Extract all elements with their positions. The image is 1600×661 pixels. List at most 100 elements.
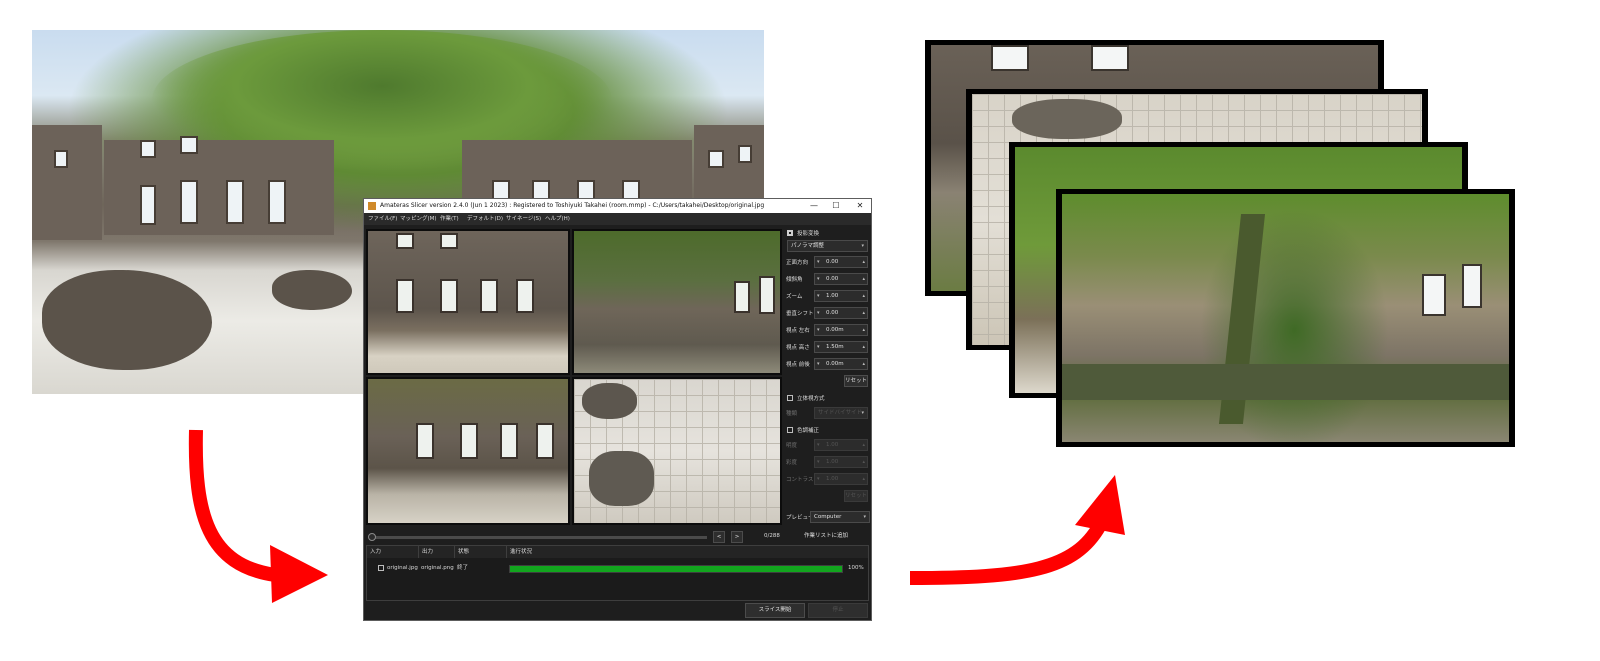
projection-mode-value: パノラマ調整 bbox=[791, 243, 825, 249]
chevron-down-icon[interactable]: ▾ bbox=[817, 457, 820, 467]
preview-select[interactable]: Computer ▾ bbox=[810, 511, 870, 523]
param-label: ズーム bbox=[786, 294, 803, 300]
chevron-down-icon[interactable]: ▾ bbox=[817, 274, 820, 284]
color-param-label: 彩度 bbox=[786, 460, 798, 466]
color-correction-checkbox[interactable] bbox=[787, 427, 793, 433]
viewport-floor-patch bbox=[589, 451, 654, 506]
preview-viewport-2[interactable] bbox=[572, 229, 782, 375]
saturation-stepper[interactable]: ▾ 1.00 ▴ bbox=[814, 456, 868, 468]
contrast-stepper[interactable]: ▾ 1.00 ▴ bbox=[814, 473, 868, 485]
start-slice-button[interactable]: スライス開始 bbox=[745, 603, 805, 618]
chevron-up-icon[interactable]: ▴ bbox=[862, 257, 865, 267]
param-label: 正面方向 bbox=[786, 260, 809, 266]
stereo-type-label: 種類 bbox=[786, 411, 798, 417]
viewport-window bbox=[440, 279, 458, 313]
param-viewpoint-depth-stepper[interactable]: ▾ 0.00m ▴ bbox=[814, 358, 868, 370]
arrow-to-app-icon bbox=[188, 429, 328, 603]
frame-counter: 0/288 bbox=[764, 533, 780, 539]
task-list-table: 入力 出力 状態 進行状況 original.jpg original.png … bbox=[366, 545, 869, 601]
close-button[interactable]: ✕ bbox=[849, 199, 871, 213]
panorama-window bbox=[140, 140, 156, 158]
panorama-window bbox=[268, 180, 286, 224]
param-label: 視点 高さ bbox=[786, 345, 810, 351]
stereo-type-value: サイドバイサイド bbox=[818, 410, 863, 416]
maximize-button[interactable]: ☐ bbox=[825, 199, 847, 213]
chevron-up-icon[interactable]: ▴ bbox=[862, 440, 865, 450]
prev-frame-button[interactable]: < bbox=[713, 531, 725, 543]
reset-projection-button[interactable]: リセット bbox=[844, 375, 868, 387]
projection-checkbox[interactable] bbox=[787, 230, 793, 236]
reset-color-button[interactable]: リセット bbox=[844, 490, 868, 502]
row-input-file: original.jpg bbox=[387, 565, 418, 571]
chevron-up-icon[interactable]: ▴ bbox=[862, 291, 865, 301]
row-progress-fill bbox=[510, 566, 842, 572]
param-viewpoint-lr-stepper[interactable]: ▾ 0.00m ▴ bbox=[814, 324, 868, 336]
output-planter-bed bbox=[1062, 364, 1509, 400]
viewport-window bbox=[460, 423, 478, 459]
param-vertical-shift-stepper[interactable]: ▾ 0.00 ▴ bbox=[814, 307, 868, 319]
panorama-window bbox=[180, 136, 198, 154]
chevron-down-icon[interactable]: ▾ bbox=[817, 291, 820, 301]
chevron-up-icon[interactable]: ▴ bbox=[862, 325, 865, 335]
next-frame-button[interactable]: > bbox=[731, 531, 743, 543]
preview-viewport-3[interactable] bbox=[366, 377, 570, 525]
chevron-down-icon[interactable]: ▾ bbox=[817, 359, 820, 369]
column-header[interactable]: 状態 bbox=[455, 546, 507, 558]
chevron-up-icon[interactable]: ▴ bbox=[862, 274, 865, 284]
param-zoom-stepper[interactable]: ▾ 1.00 ▴ bbox=[814, 290, 868, 302]
row-status: 終了 bbox=[457, 565, 469, 571]
color-param-value: 1.00 bbox=[826, 442, 839, 448]
chevron-up-icon[interactable]: ▴ bbox=[862, 457, 865, 467]
frame-slider-thumb[interactable] bbox=[368, 533, 376, 541]
brightness-stepper[interactable]: ▾ 1.00 ▴ bbox=[814, 439, 868, 451]
column-header[interactable]: 進行状況 bbox=[507, 546, 868, 558]
menu-mapping[interactable]: マッピング(M) bbox=[400, 213, 437, 225]
preview-viewport-4[interactable] bbox=[572, 377, 782, 525]
frame-slider-track[interactable] bbox=[374, 536, 707, 539]
viewport-window bbox=[416, 423, 434, 459]
menu-task[interactable]: 作業(T) bbox=[440, 213, 459, 225]
chevron-down-icon[interactable]: ▾ bbox=[817, 325, 820, 335]
output-floor-patch bbox=[1012, 99, 1122, 139]
minimize-button[interactable]: — bbox=[803, 199, 825, 213]
arrow-to-output-icon bbox=[909, 475, 1125, 585]
column-header[interactable]: 入力 bbox=[367, 546, 419, 558]
stereo-checkbox[interactable] bbox=[787, 395, 793, 401]
menu-file[interactable]: ファイル(F) bbox=[368, 213, 397, 225]
stop-button[interactable]: 停止 bbox=[808, 603, 868, 618]
stereo-type-select[interactable]: サイドバイサイド ▾ bbox=[814, 407, 868, 419]
viewport-floor-patch bbox=[582, 383, 637, 419]
param-value: 0.00 bbox=[826, 259, 839, 265]
control-panel: 投影変換 パノラマ調整 ▾ 正面方向 ▾ 0.00 ▴ 傾斜角 ▾ 0.00 ▴ ズーム… bbox=[784, 225, 871, 525]
param-viewpoint-height-stepper[interactable]: ▾ 1.50m ▴ bbox=[814, 341, 868, 353]
chevron-down-icon[interactable]: ▾ bbox=[817, 308, 820, 318]
viewport-window bbox=[734, 281, 750, 313]
add-to-list-button[interactable]: 作業リストに追加 bbox=[784, 531, 868, 543]
projection-mode-select[interactable]: パノラマ調整 ▾ bbox=[787, 240, 868, 252]
chevron-up-icon[interactable]: ▴ bbox=[862, 308, 865, 318]
viewport-window bbox=[440, 233, 458, 249]
output-image-content bbox=[1062, 194, 1509, 442]
param-front-direction-stepper[interactable]: ▾ 0.00 ▴ bbox=[814, 256, 868, 268]
chevron-down-icon[interactable]: ▾ bbox=[817, 257, 820, 267]
chevron-up-icon[interactable]: ▴ bbox=[862, 474, 865, 484]
chevron-up-icon[interactable]: ▴ bbox=[862, 359, 865, 369]
preview-viewport-1[interactable] bbox=[366, 229, 570, 375]
menu-signage[interactable]: サイネージ(S) bbox=[506, 213, 541, 225]
viewport-window bbox=[396, 233, 414, 249]
column-header[interactable]: 出力 bbox=[419, 546, 455, 558]
chevron-down-icon[interactable]: ▾ bbox=[817, 342, 820, 352]
menu-default[interactable]: デフォルト(D) bbox=[467, 213, 503, 225]
panorama-floor-patch bbox=[42, 270, 212, 370]
row-output-file: original.png bbox=[421, 565, 454, 571]
menu-help[interactable]: ヘルプ(H) bbox=[545, 213, 570, 225]
chevron-down-icon[interactable]: ▾ bbox=[817, 474, 820, 484]
row-checkbox[interactable] bbox=[378, 565, 384, 571]
chevron-down-icon[interactable]: ▾ bbox=[817, 440, 820, 450]
param-label: 視点 前後 bbox=[786, 362, 810, 368]
output-window bbox=[991, 45, 1029, 71]
param-tilt-stepper[interactable]: ▾ 0.00 ▴ bbox=[814, 273, 868, 285]
viewport-window bbox=[396, 279, 414, 313]
chevron-up-icon[interactable]: ▴ bbox=[862, 342, 865, 352]
param-value: 0.00m bbox=[826, 327, 844, 333]
